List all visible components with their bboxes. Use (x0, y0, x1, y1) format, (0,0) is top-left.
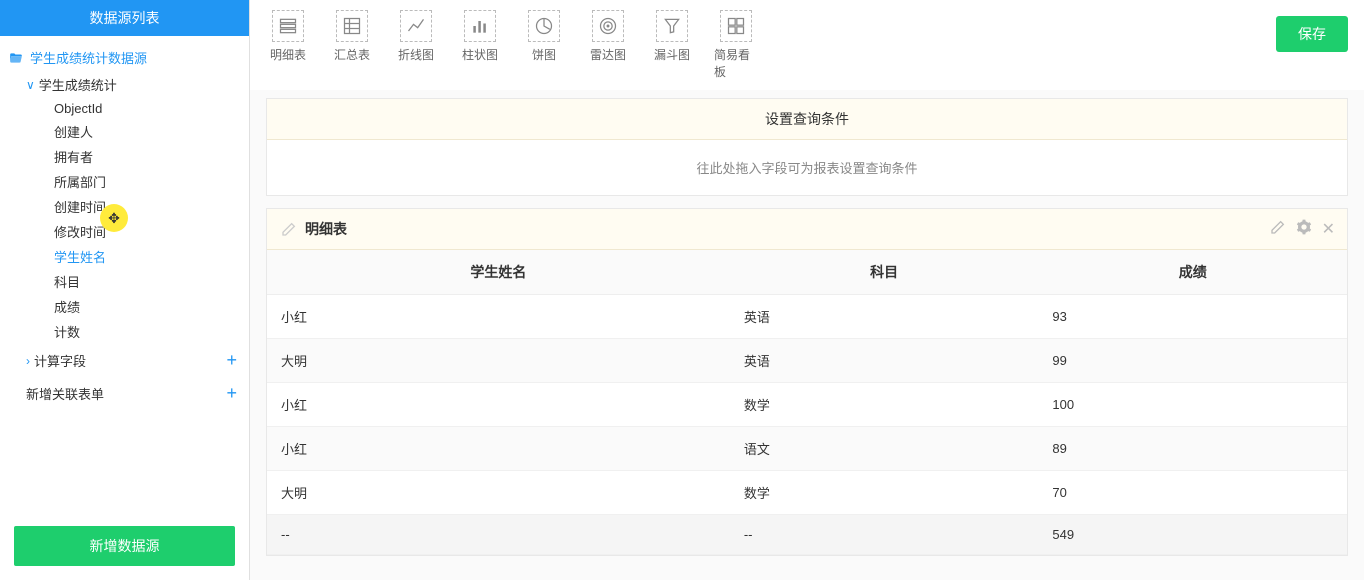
table-cell: 英语 (730, 295, 1039, 339)
close-icon[interactable]: ✕ (1322, 219, 1335, 240)
tree-field-item[interactable]: 所属部门 (0, 169, 249, 194)
query-panel-title: 设置查询条件 (267, 99, 1347, 140)
summary-table-icon (336, 10, 368, 42)
table-row[interactable]: 大明数学70 (267, 471, 1347, 515)
chart-type-dashboard[interactable]: 简易看板 (714, 10, 758, 80)
table-column-header[interactable]: 成绩 (1038, 250, 1347, 295)
chart-type-label: 柱状图 (462, 46, 498, 63)
chart-type-summary-table[interactable]: 汇总表 (330, 10, 374, 80)
table-column-header[interactable]: 学生姓名 (267, 250, 730, 295)
radar-chart-icon (592, 10, 624, 42)
folder-open-icon (8, 51, 24, 65)
table-cell: 93 (1038, 295, 1347, 339)
table-cell: 小红 (267, 383, 730, 427)
table-cell: 英语 (730, 339, 1039, 383)
detail-table-icon (272, 10, 304, 42)
tree-field-item[interactable]: 成绩 (0, 294, 249, 319)
table-cell: 89 (1038, 427, 1347, 471)
table-cell: 549 (1038, 515, 1347, 555)
tree-node-label: 学生成绩统计 (39, 75, 117, 94)
dashboard-icon (720, 10, 752, 42)
tree-root[interactable]: 学生成绩统计数据源 (0, 44, 249, 71)
gear-icon[interactable] (1296, 219, 1312, 240)
plus-icon[interactable]: + (226, 383, 237, 404)
line-chart-icon (400, 10, 432, 42)
chart-type-label: 明细表 (270, 46, 306, 63)
chart-type-funnel-chart[interactable]: 漏斗图 (650, 10, 694, 80)
tree-field-item[interactable]: 计数 (0, 319, 249, 344)
chart-type-label: 饼图 (532, 46, 556, 63)
table-cell: -- (267, 515, 730, 555)
tree-calc-fields[interactable]: › 计算字段 + (0, 344, 249, 377)
chevron-down-icon: ∨ (26, 78, 35, 92)
tree-calc-label: 计算字段 (34, 351, 86, 370)
chart-type-label: 漏斗图 (654, 46, 690, 63)
save-button[interactable]: 保存 (1276, 16, 1348, 52)
toolbar: 明细表 汇总表 折线图 柱状图 饼图 雷达图 漏斗图 简易看板 保存 (250, 0, 1364, 90)
table-row[interactable]: 小红英语93 (267, 295, 1347, 339)
table-cell: 99 (1038, 339, 1347, 383)
chart-type-label: 简易看板 (714, 46, 758, 80)
tree-field-item[interactable]: 拥有者 (0, 144, 249, 169)
tree-root-label: 学生成绩统计数据源 (30, 48, 147, 67)
detail-table: 学生姓名科目成绩 小红英语93大明英语99小红数学100小红语文89大明数学70… (267, 250, 1347, 555)
chart-type-pie-chart[interactable]: 饼图 (522, 10, 566, 80)
bar-chart-icon (464, 10, 496, 42)
table-cell: 100 (1038, 383, 1347, 427)
move-icon: ✥ (108, 210, 120, 227)
table-column-header[interactable]: 科目 (730, 250, 1039, 295)
table-row[interactable]: ----549 (267, 515, 1347, 555)
chart-type-label: 雷达图 (590, 46, 626, 63)
table-cell: 小红 (267, 427, 730, 471)
detail-panel-title: 明细表 (305, 219, 347, 239)
chart-type-label: 汇总表 (334, 46, 370, 63)
tree-field-item[interactable]: ObjectId (0, 98, 249, 119)
chart-type-detail-table[interactable]: 明细表 (266, 10, 310, 80)
drag-cursor-highlight: ✥ (100, 204, 128, 232)
sidebar: 数据源列表 学生成绩统计数据源 ∨ 学生成绩统计 ObjectId创建人拥有者所… (0, 0, 250, 580)
table-cell: 大明 (267, 471, 730, 515)
tree-addform-label: 新增关联表单 (26, 384, 104, 403)
chart-type-line-chart[interactable]: 折线图 (394, 10, 438, 80)
chart-type-bar-chart[interactable]: 柱状图 (458, 10, 502, 80)
tree-field-item[interactable]: 学生姓名 (0, 244, 249, 269)
tree-add-related-form[interactable]: 新增关联表单 + (0, 377, 249, 410)
table-row[interactable]: 大明英语99 (267, 339, 1347, 383)
table-row[interactable]: 小红数学100 (267, 383, 1347, 427)
datasource-tree: 学生成绩统计数据源 ∨ 学生成绩统计 ObjectId创建人拥有者所属部门创建时… (0, 36, 249, 512)
table-cell: 语文 (730, 427, 1039, 471)
detail-table-panel: 明细表 ✕ 学生姓名科目成绩 小红英语93大明英语99小红数学100小红语文89… (266, 208, 1348, 556)
tree-node-stats[interactable]: ∨ 学生成绩统计 (0, 71, 249, 98)
table-cell: 70 (1038, 471, 1347, 515)
pie-chart-icon (528, 10, 560, 42)
edit-action-icon[interactable] (1270, 219, 1286, 240)
query-conditions-panel: 设置查询条件 往此处拖入字段可为报表设置查询条件 (266, 98, 1348, 196)
sidebar-title: 数据源列表 (0, 0, 249, 36)
plus-icon[interactable]: + (226, 350, 237, 371)
chart-type-label: 折线图 (398, 46, 434, 63)
table-cell: -- (730, 515, 1039, 555)
table-row[interactable]: 小红语文89 (267, 427, 1347, 471)
main-area: 明细表 汇总表 折线图 柱状图 饼图 雷达图 漏斗图 简易看板 保存 设置查询条件 往此处拖入… (250, 0, 1364, 580)
edit-icon[interactable] (281, 221, 297, 237)
add-datasource-button[interactable]: 新增数据源 (14, 526, 235, 566)
tree-field-item[interactable]: 创建人 (0, 119, 249, 144)
table-cell: 小红 (267, 295, 730, 339)
funnel-chart-icon (656, 10, 688, 42)
table-cell: 大明 (267, 339, 730, 383)
tree-field-item[interactable]: 科目 (0, 269, 249, 294)
chevron-right-icon: › (26, 354, 30, 368)
table-cell: 数学 (730, 471, 1039, 515)
query-drop-zone[interactable]: 往此处拖入字段可为报表设置查询条件 (267, 140, 1347, 195)
table-cell: 数学 (730, 383, 1039, 427)
chart-type-radar-chart[interactable]: 雷达图 (586, 10, 630, 80)
